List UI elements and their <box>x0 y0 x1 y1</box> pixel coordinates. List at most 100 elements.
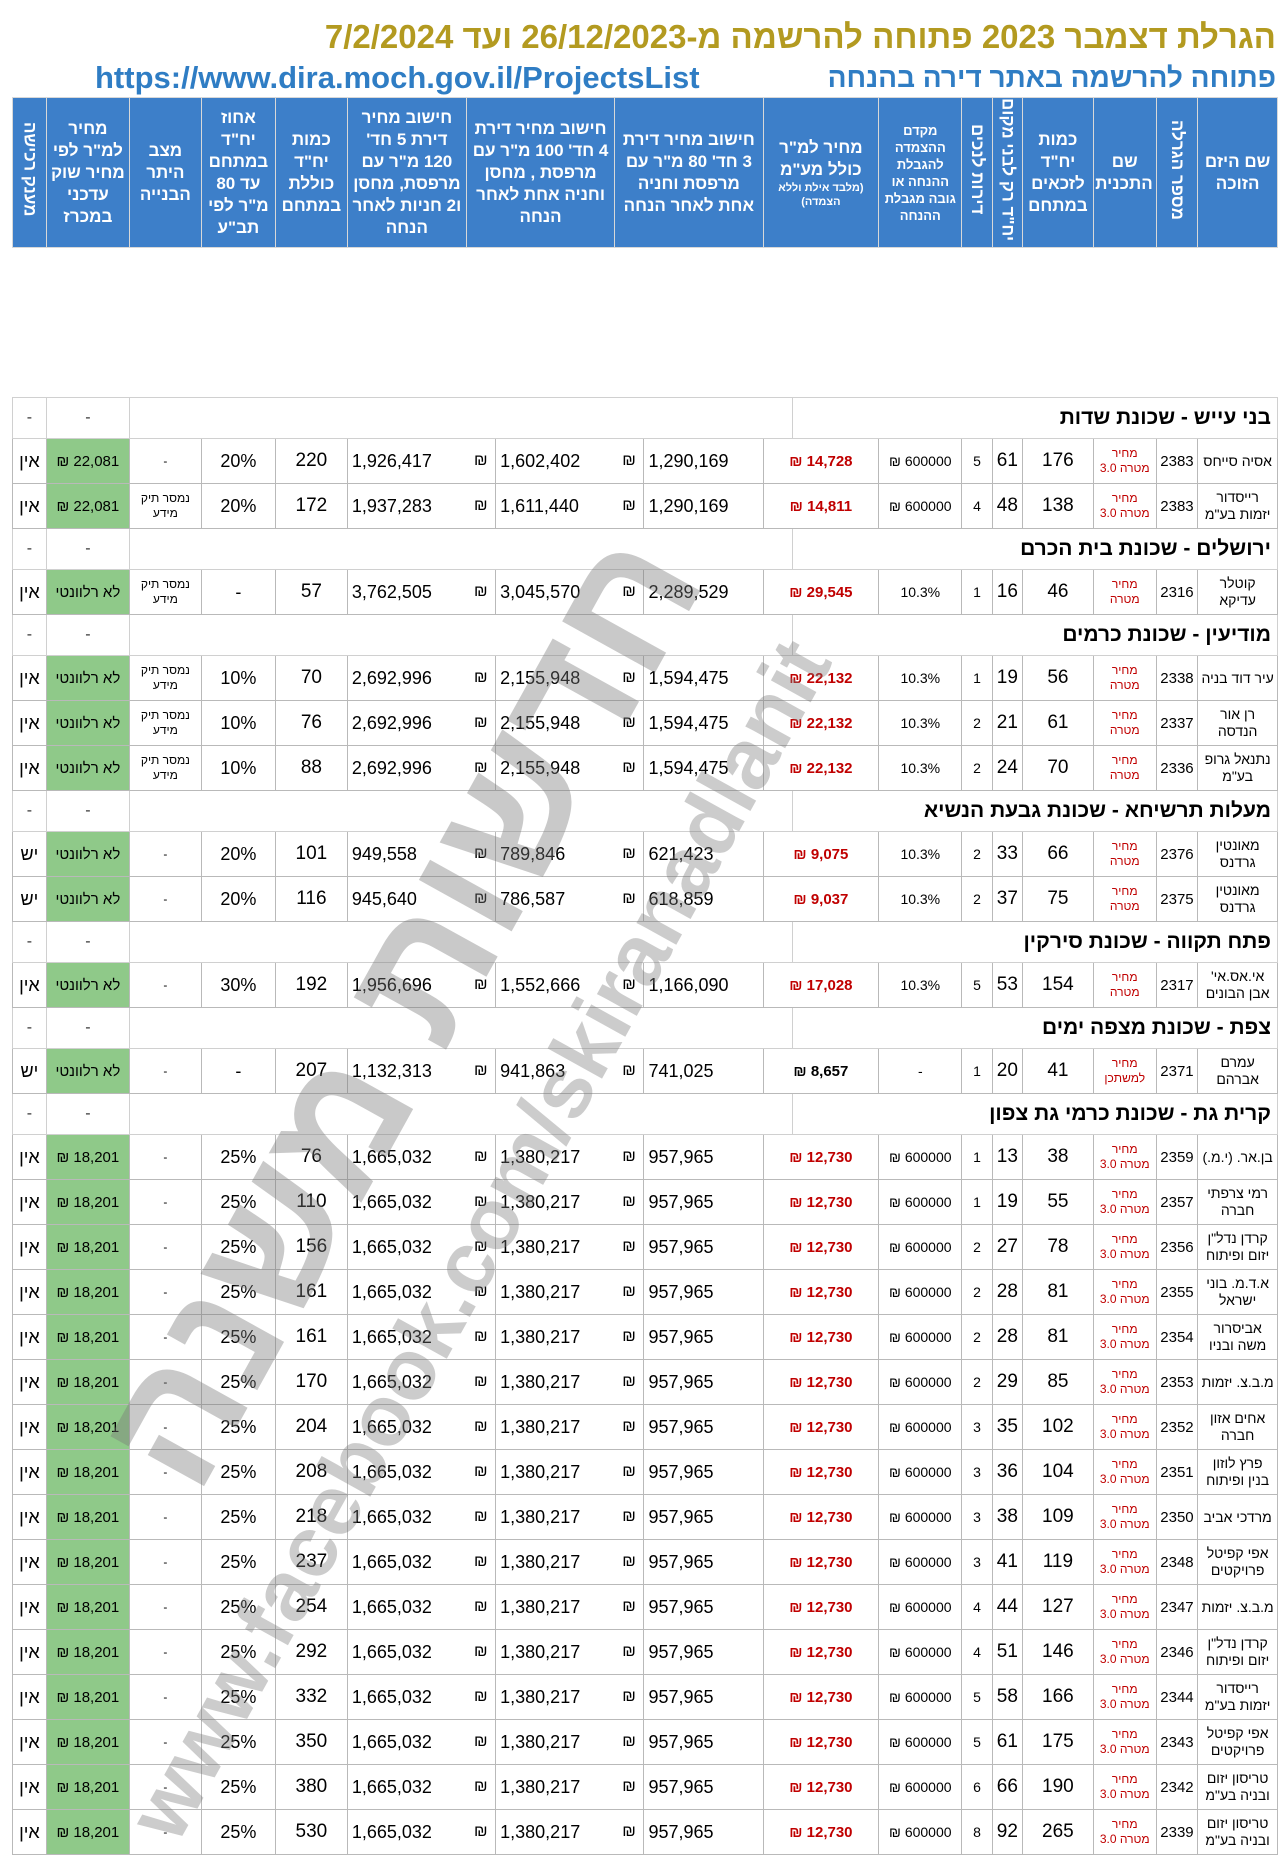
purchase-grant: אין <box>12 1809 47 1856</box>
deposit-value: 600000 ₪ <box>878 1764 963 1811</box>
group-status-dash: - <box>45 397 130 440</box>
header-pct-80: אחוז יח"ד במתחם עד 80 מ"ר לפי תב"ע <box>200 96 276 249</box>
units-total: 207 <box>274 1048 348 1095</box>
calc-5-rooms: 2,692,996 <box>346 700 467 747</box>
calc-3-rooms: 957,965 <box>643 1359 764 1406</box>
calc-4-rooms: 1,380,217 <box>495 1269 615 1316</box>
plan-type: מחיר מטרה 3.0 <box>1092 1764 1157 1811</box>
currency-symbol: ₪ <box>614 1359 645 1406</box>
currency-symbol: ₪ <box>466 876 497 923</box>
currency-symbol: ₪ <box>614 962 645 1009</box>
currency-symbol: ₪ <box>466 1719 497 1766</box>
units-disabled: 5 <box>961 1719 993 1766</box>
units-locals: 13 <box>991 1134 1024 1181</box>
group-blank <box>128 1093 793 1136</box>
units-disabled: 3 <box>961 1404 993 1451</box>
calc-5-rooms: 1,665,032 <box>346 1764 467 1811</box>
table-row: אי.אס.אי' אבן הבונים 2317 מחיר מטרה 154 53 5 1… <box>12 962 1278 1009</box>
developer-name: אחים אזון חברה <box>1197 1404 1278 1451</box>
units-eligible: 176 <box>1022 438 1094 485</box>
calc-5-rooms: 1,665,032 <box>346 1719 467 1766</box>
header-deposit: מקדם ההצמדה להגבלת ההנחה או גובה מגבלת ה… <box>878 96 963 249</box>
calc-3-rooms: 1,594,475 <box>643 700 764 747</box>
currency-symbol: ₪ <box>466 1269 497 1316</box>
plan-type: מחיר מטרה 3.0 <box>1092 1224 1157 1271</box>
currency-symbol: ₪ <box>614 1048 645 1095</box>
currency-symbol: ₪ <box>466 1764 497 1811</box>
developer-name: קוטלר עדיקא <box>1197 569 1278 616</box>
plan-type: מחיר מטרה <box>1092 831 1157 878</box>
permit-status: - <box>128 1674 202 1721</box>
market-price: 18,201 ₪ <box>45 1494 130 1541</box>
market-price: לא רלוונטי <box>45 1048 130 1095</box>
currency-symbol: ₪ <box>614 1539 645 1586</box>
price-per-sqm: 12,730 ₪ <box>762 1719 880 1766</box>
units-eligible: 66 <box>1022 831 1094 878</box>
purchase-grant: אין <box>12 569 47 616</box>
price-per-sqm: 12,730 ₪ <box>762 1674 880 1721</box>
market-price: לא רלוונטי <box>45 700 130 747</box>
plan-type: מחיר מטרה <box>1092 745 1157 792</box>
price-per-sqm: 12,730 ₪ <box>762 1764 880 1811</box>
calc-3-rooms: 957,965 <box>643 1764 764 1811</box>
units-disabled: 5 <box>961 1674 993 1721</box>
units-locals: 21 <box>991 700 1024 747</box>
deposit-value: 600000 ₪ <box>878 1539 963 1586</box>
currency-symbol: ₪ <box>466 1179 497 1226</box>
deposit-value: 600000 ₪ <box>878 1134 963 1181</box>
units-disabled: 8 <box>961 1809 993 1856</box>
deposit-value: - <box>878 1048 963 1095</box>
units-disabled: 2 <box>961 745 993 792</box>
units-total: 156 <box>274 1224 348 1271</box>
pct-80: 25% <box>200 1674 276 1721</box>
market-price: 18,201 ₪ <box>45 1449 130 1496</box>
currency-symbol: ₪ <box>466 1674 497 1721</box>
calc-4-rooms: 1,380,217 <box>495 1629 615 1676</box>
price-per-sqm: 12,730 ₪ <box>762 1134 880 1181</box>
units-total: 292 <box>274 1629 348 1676</box>
plan-type: מחיר מטרה 3.0 <box>1092 1539 1157 1586</box>
currency-symbol: ₪ <box>466 1134 497 1181</box>
deposit-value: 600000 ₪ <box>878 1494 963 1541</box>
developer-name: קרדן נדל"ן יזום ופיתוח <box>1197 1629 1278 1676</box>
units-total: 350 <box>274 1719 348 1766</box>
units-locals: 58 <box>991 1674 1024 1721</box>
calc-5-rooms: 1,665,032 <box>346 1539 467 1586</box>
deposit-value: 600000 ₪ <box>878 1629 963 1676</box>
currency-symbol: ₪ <box>614 483 645 530</box>
header-plan-name: שם התכנית <box>1092 96 1157 249</box>
lottery-number: 2343 <box>1155 1719 1199 1766</box>
purchase-grant: אין <box>12 1764 47 1811</box>
permit-status: - <box>128 1269 202 1316</box>
currency-symbol: ₪ <box>614 1269 645 1316</box>
currency-symbol: ₪ <box>466 962 497 1009</box>
currency-symbol: ₪ <box>614 1719 645 1766</box>
units-disabled: 3 <box>961 1494 993 1541</box>
group-name: צפת - שכונת מצפה ימים <box>791 1007 1279 1050</box>
lottery-number: 2339 <box>1155 1809 1199 1856</box>
calc-3-rooms: 1,290,169 <box>643 438 764 485</box>
group-header-row: מודיעין - שכונת כרמים - - <box>12 614 1279 657</box>
group-header-row: בני עייש - שכונת שדות - - <box>12 397 1279 440</box>
purchase-grant: אין <box>12 1404 47 1451</box>
units-total: 161 <box>274 1314 348 1361</box>
lottery-number: 2383 <box>1155 438 1199 485</box>
units-total: 380 <box>274 1764 348 1811</box>
currency-symbol: ₪ <box>466 700 497 747</box>
permit-status: - <box>128 1809 202 1856</box>
calc-4-rooms: 1,380,217 <box>495 1449 615 1496</box>
market-price: 18,201 ₪ <box>45 1809 130 1856</box>
group-header-row: קרית גת - שכונת כרמי גת צפון - - <box>12 1093 1279 1136</box>
group-blank <box>128 921 793 964</box>
units-locals: 37 <box>991 876 1024 923</box>
lottery-number: 2353 <box>1155 1359 1199 1406</box>
deposit-value: 600000 ₪ <box>878 1359 963 1406</box>
units-eligible: 41 <box>1022 1048 1094 1095</box>
permit-status: - <box>128 1584 202 1631</box>
calc-3-rooms: 1,594,475 <box>643 655 764 702</box>
price-per-sqm: 8,657 ₪ <box>762 1048 880 1095</box>
units-eligible: 104 <box>1022 1449 1094 1496</box>
header-purchase-grant: מענק רכישה <box>12 96 47 249</box>
market-price: 22,081 ₪ <box>45 483 130 530</box>
projects-list-link[interactable]: https://www.dira.moch.gov.il/ProjectsLis… <box>95 60 700 96</box>
